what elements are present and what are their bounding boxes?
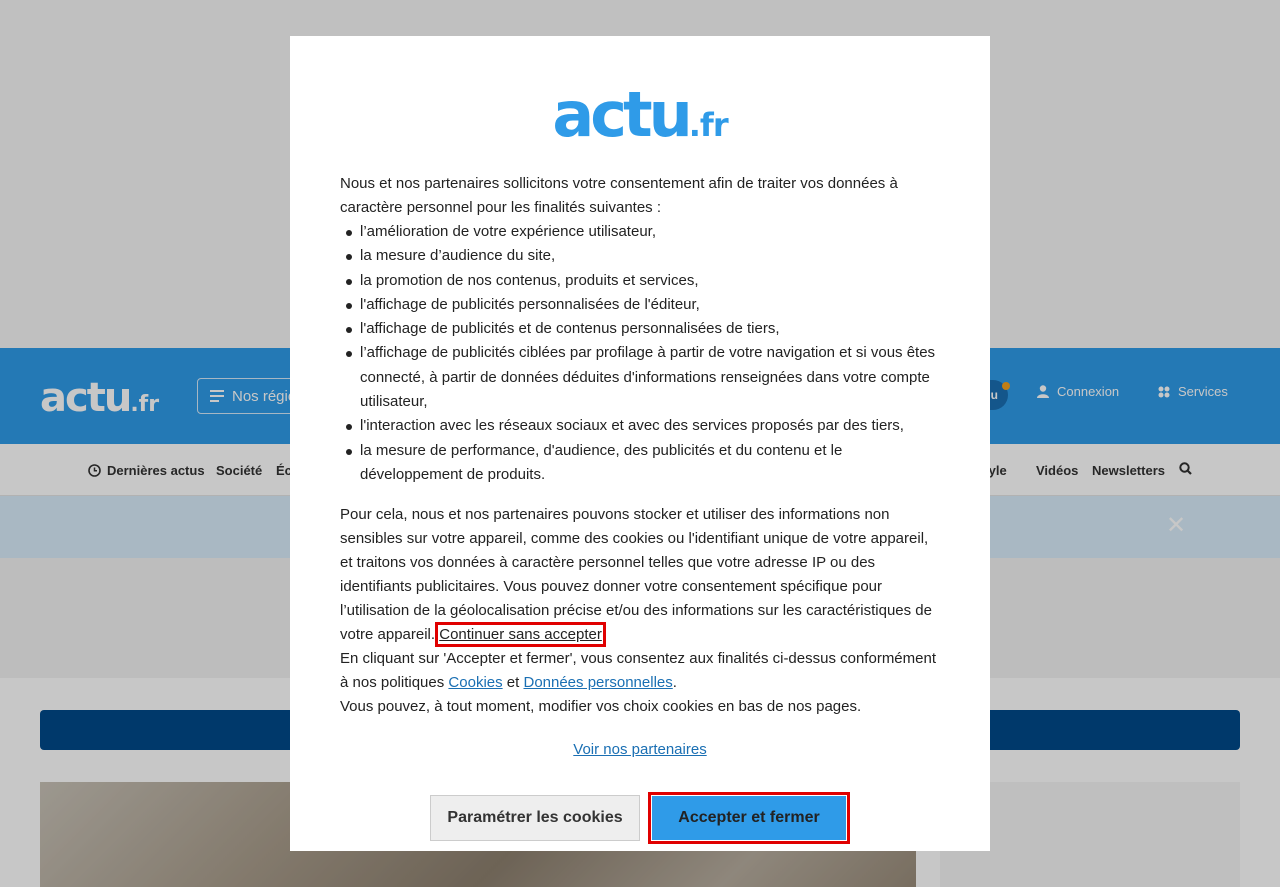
- purpose-item: l'affichage de publicités et de contenus…: [346, 317, 940, 341]
- cookies-link[interactable]: Cookies: [448, 674, 502, 691]
- consent-logo-suffix: .fr: [688, 106, 729, 144]
- purpose-item: l’affichage de publicités ciblées par pr…: [346, 341, 940, 414]
- consent-dialog: actu.fr Nous et nos partenaires sollicit…: [290, 36, 990, 851]
- cookie-settings-button[interactable]: Paramétrer les cookies: [430, 795, 640, 841]
- purpose-list: l’amélioration de votre expérience utili…: [340, 220, 940, 487]
- personal-data-link[interactable]: Données personnelles: [523, 674, 672, 691]
- purpose-item: l’amélioration de votre expérience utili…: [346, 220, 940, 244]
- storage-paragraph: Pour cela, nous et nos partenaires pouvo…: [340, 503, 940, 648]
- purpose-item: l'affichage de publicités personnalisées…: [346, 293, 940, 317]
- purpose-item: l'interaction avec les réseaux sociaux e…: [346, 414, 940, 438]
- modify-text: Vous pouvez, à tout moment, modifier vos…: [340, 698, 862, 716]
- partners-row: Voir nos partenaires: [290, 741, 990, 758]
- consent-intro: Nous et nos partenaires sollicitons votr…: [340, 175, 898, 216]
- purpose-item: la mesure d’audience du site,: [346, 244, 940, 268]
- accept-paragraph: En cliquant sur 'Accepter et fermer', vo…: [340, 647, 940, 695]
- see-partners-link[interactable]: Voir nos partenaires: [573, 741, 706, 758]
- purpose-item: la mesure de performance, d'audience, de…: [346, 439, 940, 488]
- period: .: [672, 674, 677, 692]
- continue-without-accepting-link[interactable]: Continuer sans accepter: [435, 622, 606, 648]
- consent-logo: actu.fr: [540, 80, 740, 150]
- purpose-item: la promotion de nos contenus, produits e…: [346, 269, 940, 293]
- accept-and-close-button[interactable]: Accepter et fermer: [648, 792, 850, 844]
- consent-text: Nous et nos partenaires sollicitons votr…: [340, 172, 940, 719]
- consent-logo-text: actu: [552, 78, 692, 151]
- and-word: et: [506, 674, 520, 692]
- storage-text: Pour cela, nous et nos partenaires pouvo…: [340, 506, 932, 644]
